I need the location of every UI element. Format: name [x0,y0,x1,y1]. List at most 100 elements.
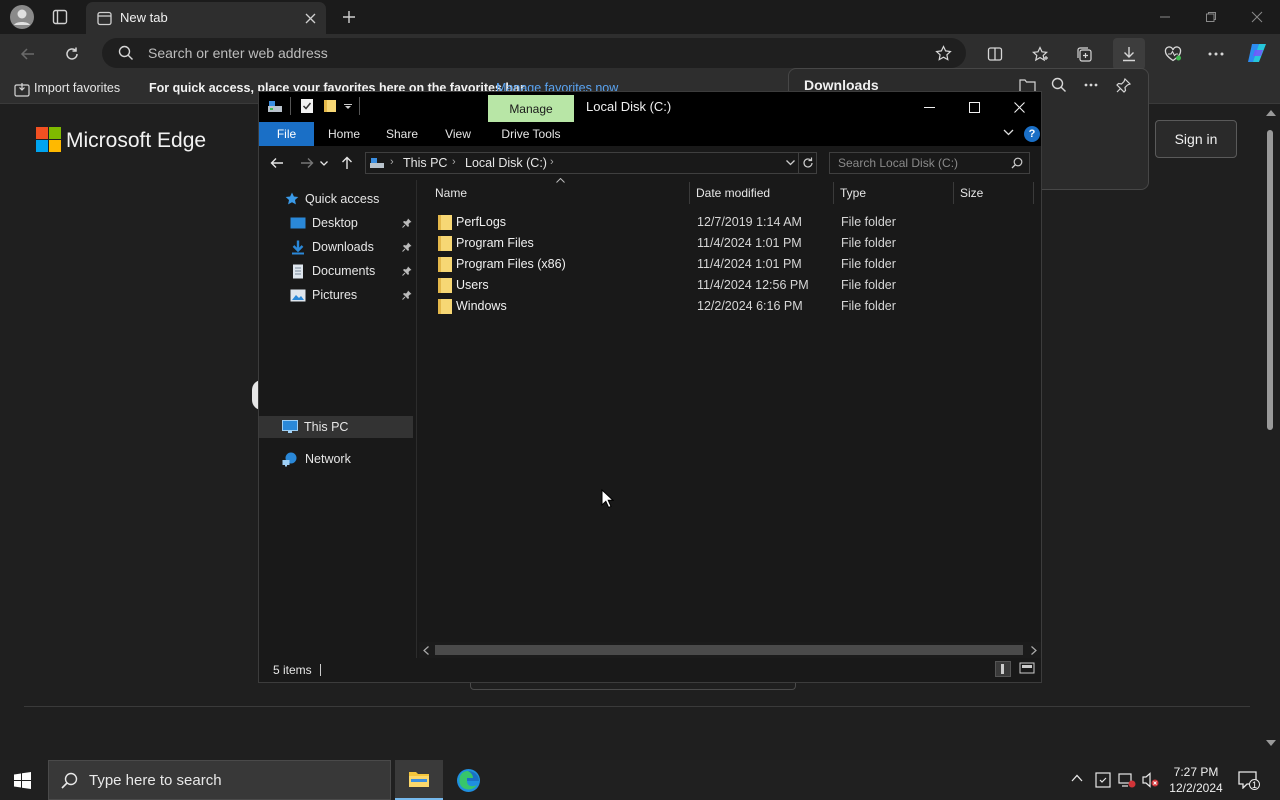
tab-drive-tools[interactable]: Drive Tools [488,122,574,146]
tab-view[interactable]: View [433,122,483,146]
copilot-icon[interactable] [1243,39,1271,67]
expand-ribbon-chevron-icon[interactable] [1003,129,1014,136]
details-view-icon[interactable] [995,661,1011,677]
downloads-icon[interactable] [1113,38,1145,70]
taskbar-search-box[interactable]: Type here to search [48,760,391,800]
split-screen-icon[interactable] [981,40,1009,68]
column-separator[interactable] [953,182,954,204]
explorer-window-title: Local Disk (C:) [586,99,672,114]
new-tab-plus-icon[interactable] [335,3,363,31]
explorer-navigation-bar: › This PC › Local Disk (C:) › Search Loc… [259,146,1041,180]
tab-new-tab[interactable]: New tab [86,2,326,34]
folder-icon [438,299,452,314]
close-tab-icon[interactable] [296,4,324,32]
file-row[interactable]: PerfLogs 12/7/2019 1:14 AM File folder [435,212,1035,233]
explorer-back-icon[interactable] [263,149,291,177]
action-center-notification-icon[interactable]: 1 [1238,771,1260,790]
file-row[interactable]: Windows 12/2/2024 6:16 PM File folder [435,296,1035,317]
add-favorite-star-icon[interactable] [929,39,957,67]
workspaces-icon[interactable] [46,3,74,31]
breadcrumb-separator-icon: › [390,156,394,168]
notification-count: 1 [1249,779,1260,790]
nav-documents[interactable]: Documents [290,260,414,282]
column-separator[interactable] [689,182,690,204]
address-history-chevron-icon[interactable] [786,160,795,166]
column-date-modified[interactable]: Date modified [696,186,770,200]
address-bar[interactable]: Search or enter web address [102,38,966,68]
downloads-arrow-icon [290,240,306,255]
explorer-address-bar[interactable]: › This PC › Local Disk (C:) › [365,152,817,174]
column-type[interactable]: Type [840,186,866,200]
help-icon[interactable]: ? [1024,126,1040,142]
nav-desktop[interactable]: Desktop [290,212,414,234]
taskbar-clock[interactable]: 7:27 PM 12/2/2024 [1164,764,1228,796]
profile-avatar-icon[interactable] [8,3,36,31]
refresh-icon[interactable] [58,40,86,68]
scroll-up-arrow-icon[interactable] [1266,110,1276,116]
browser-essentials-heart-icon[interactable] [1159,40,1187,68]
breadcrumb-this-pc[interactable]: This PC [403,156,447,170]
file-row[interactable]: Program Files (x86) 11/4/2024 1:01 PM Fi… [435,254,1035,275]
explorer-search-box[interactable]: Search Local Disk (C:) [829,152,1030,174]
windows-start-icon[interactable] [14,772,31,789]
explorer-maximize-icon[interactable] [960,93,988,121]
downloads-more-options-icon[interactable] [1077,71,1105,99]
tab-share[interactable]: Share [377,122,427,146]
refresh-folder-icon[interactable] [802,157,814,169]
scrollbar-thumb[interactable] [1267,130,1273,430]
tab-home[interactable]: Home [319,122,369,146]
column-name[interactable]: Name [435,186,467,200]
back-icon[interactable] [14,40,42,68]
nav-pictures[interactable]: Pictures [290,284,414,306]
favorites-icon[interactable] [1026,40,1054,68]
customize-toolbar-arrow-icon[interactable] [344,104,352,110]
file-date: 11/4/2024 1:01 PM [697,236,802,250]
file-explorer-window: Manage Local Disk (C:) File Home Share V… [258,91,1042,683]
explorer-close-icon[interactable] [1005,93,1033,121]
horizontal-scrollbar-thumb[interactable] [435,645,1023,655]
nav-downloads[interactable]: Downloads [290,236,414,258]
file-row[interactable]: Program Files 11/4/2024 1:01 PM File fol… [435,233,1035,254]
file-name: Users [456,278,489,292]
column-size[interactable]: Size [960,186,983,200]
new-tab-page-icon [90,4,118,32]
column-separator[interactable] [1033,182,1034,204]
scroll-right-arrow-icon[interactable] [1031,646,1037,655]
file-list-horizontal-scrollbar[interactable] [419,642,1041,658]
sign-in-button[interactable]: Sign in [1155,120,1237,158]
properties-quick-icon[interactable] [300,98,314,114]
new-folder-quick-icon[interactable] [323,99,337,113]
file-row[interactable]: Users 11/4/2024 12:56 PM File folder [435,275,1035,296]
column-separator[interactable] [833,182,834,204]
collections-icon[interactable] [1070,40,1098,68]
network-status-icon[interactable] [1118,772,1136,788]
security-notification-icon[interactable] [1095,772,1111,788]
tab-manage[interactable]: Manage [488,95,574,122]
tab-file[interactable]: File [259,122,314,146]
taskbar-file-explorer[interactable] [395,760,443,800]
edge-logo-text: Microsoft Edge [66,129,207,152]
settings-more-icon[interactable] [1202,40,1230,68]
large-icons-view-icon[interactable] [1019,661,1035,675]
volume-muted-icon[interactable] [1142,772,1160,788]
scroll-left-arrow-icon[interactable] [423,646,429,655]
recent-locations-chevron-icon[interactable] [317,149,331,177]
nav-quick-access[interactable]: Quick access [285,188,379,210]
nav-network[interactable]: Network [282,448,351,470]
minimize-window-icon[interactable] [1151,3,1179,31]
page-scrollbar[interactable] [1262,104,1280,760]
import-favorites-button[interactable]: Import favorites [34,81,120,95]
explorer-minimize-icon[interactable] [915,93,943,121]
taskbar-edge[interactable] [444,760,492,800]
show-hidden-icons-chevron-icon[interactable] [1071,774,1083,782]
pin-panel-icon[interactable] [1109,71,1137,99]
nav-this-pc[interactable]: This PC [259,416,413,438]
close-window-icon[interactable] [1243,3,1271,31]
search-downloads-icon[interactable] [1045,71,1073,99]
restore-window-icon[interactable] [1197,3,1225,31]
breadcrumb-local-disk[interactable]: Local Disk (C:) [465,156,547,170]
file-date: 11/4/2024 1:01 PM [697,257,802,271]
scroll-down-arrow-icon[interactable] [1266,740,1276,746]
up-one-level-icon[interactable] [337,149,357,177]
pin-icon [402,290,412,300]
